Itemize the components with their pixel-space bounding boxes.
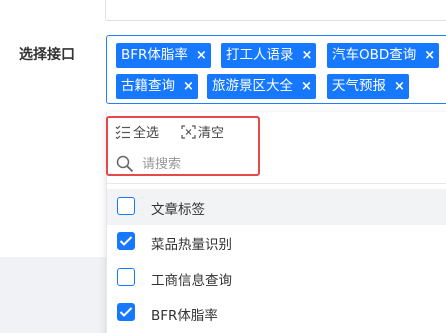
tag-label: 汽车OBD查询 xyxy=(332,47,417,63)
tag-label: 古籍查询 xyxy=(121,78,175,94)
option-label: BFR体脂率 xyxy=(151,308,218,324)
selected-tag: 打工人语录 × xyxy=(221,43,317,68)
option-item[interactable]: 工商信息查询 xyxy=(107,260,446,296)
option-item[interactable]: 文章标签 xyxy=(107,189,446,225)
previous-field-input[interactable] xyxy=(105,0,446,21)
tag-close-icon[interactable]: × xyxy=(301,79,312,94)
tag-label: 打工人语录 xyxy=(226,47,294,63)
selected-tag: 古籍查询 × xyxy=(116,74,198,99)
option-label: 文章标签 xyxy=(151,202,205,218)
checkbox[interactable] xyxy=(117,197,135,215)
selected-tag: 天气预报 × xyxy=(327,74,409,99)
interface-multiselect[interactable]: BFR体脂率 × 打工人语录 × 汽车OBD查询 × 古籍查询 × 旅游景区大全 × 天气… xyxy=(106,35,446,104)
checkbox[interactable] xyxy=(117,232,135,250)
checkbox[interactable] xyxy=(117,303,135,321)
option-item[interactable]: 菜品热量识别 xyxy=(107,224,446,260)
checkbox[interactable] xyxy=(117,268,135,286)
tag-close-icon[interactable]: × xyxy=(196,48,207,63)
tag-close-icon[interactable]: × xyxy=(424,48,435,63)
tag-close-icon[interactable]: × xyxy=(394,79,405,94)
checkmark-icon xyxy=(119,236,133,246)
tag-label: 天气预报 xyxy=(332,78,386,94)
selected-tag: 旅游景区大全 × xyxy=(207,74,316,99)
selected-tag: 汽车OBD查询 × xyxy=(327,43,440,68)
dropdown-divider xyxy=(106,183,446,184)
tag-label: 旅游景区大全 xyxy=(212,78,293,94)
interface-field-label: 选择接口 xyxy=(19,47,75,63)
tag-close-icon[interactable]: × xyxy=(302,48,313,63)
option-item[interactable]: BFR体脂率 xyxy=(107,295,446,331)
checkmark-icon xyxy=(119,307,133,317)
highlight-annotation-box xyxy=(106,116,260,176)
tag-label: BFR体脂率 xyxy=(121,47,188,63)
tag-close-icon[interactable]: × xyxy=(183,79,194,94)
option-label: 工商信息查询 xyxy=(151,273,232,289)
option-label: 菜品热量识别 xyxy=(151,237,232,253)
selected-tag: BFR体脂率 × xyxy=(116,43,211,68)
